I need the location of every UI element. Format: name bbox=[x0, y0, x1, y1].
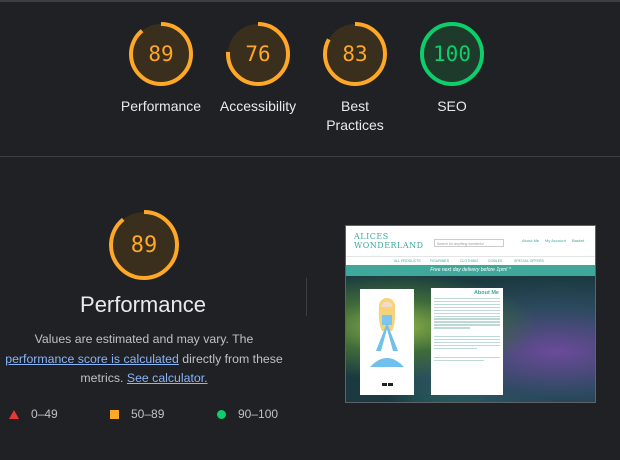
performance-score-large: 89 bbox=[130, 232, 158, 258]
legend-fail: 0–49 bbox=[9, 407, 58, 421]
thumb-logo-line1: ALICES bbox=[354, 232, 389, 241]
thumb-nav-item: CLOTHING bbox=[460, 259, 479, 263]
legend-pass-label: 90–100 bbox=[238, 407, 279, 421]
description-text-1: Values are estimated and may vary. The bbox=[34, 332, 254, 346]
section-divider bbox=[0, 156, 620, 157]
thumb-banner: Free next day delivery before 1pm! * bbox=[346, 265, 595, 276]
legend-fail-label: 0–49 bbox=[31, 407, 58, 421]
performance-description: Values are estimated and may vary. The p… bbox=[0, 330, 288, 389]
legend-average: 50–89 bbox=[110, 407, 164, 421]
performance-score-link[interactable]: performance score is calculated bbox=[5, 352, 179, 366]
performance-title: Performance bbox=[80, 292, 206, 317]
thumb-account-icon: My Account bbox=[545, 238, 566, 243]
page-screenshot-thumbnail[interactable]: ALICES WONDERLAND Search for anything wo… bbox=[345, 225, 596, 403]
thumb-logo: ALICES WONDERLAND bbox=[354, 232, 424, 250]
thumb-about-title: About Me bbox=[473, 290, 499, 296]
alice-figure-icon bbox=[370, 298, 404, 386]
thumb-logo-line2: WONDERLAND bbox=[354, 241, 424, 250]
thumb-nav-item: FIGURINES bbox=[430, 259, 450, 263]
legend-average-label: 50–89 bbox=[131, 407, 165, 421]
score-gauge-performance[interactable]: 89 bbox=[127, 20, 195, 88]
thumb-nav-item: GOBLES bbox=[488, 259, 503, 263]
performance-gauge-large: 89 bbox=[107, 208, 181, 282]
thumb-search-input: Search for anything wonderful bbox=[434, 239, 504, 247]
legend-pass: 90–100 bbox=[217, 407, 278, 421]
gauge-score: 83 bbox=[342, 42, 368, 66]
thumb-nav-item: ALL PRODUCTS bbox=[394, 259, 421, 263]
gauge-score: 76 bbox=[245, 42, 271, 66]
gauge-label: Performance bbox=[120, 98, 202, 114]
thumb-basket-icon: Basket bbox=[572, 238, 585, 243]
gauge-score: 100 bbox=[433, 42, 471, 66]
score-gauge-seo[interactable]: 100 bbox=[418, 20, 486, 88]
triangle-icon bbox=[9, 409, 19, 419]
gauge-label: SEO bbox=[437, 98, 467, 114]
gauge-label: Accessibility bbox=[219, 98, 297, 114]
thumb-alice-figure-image bbox=[360, 289, 414, 395]
thumb-about-card: About Me bbox=[431, 288, 503, 395]
circle-icon bbox=[217, 409, 226, 419]
top-border bbox=[0, 0, 620, 2]
vertical-separator bbox=[306, 278, 307, 316]
gauge-score: 89 bbox=[148, 42, 174, 66]
square-icon bbox=[110, 409, 119, 419]
gauge-label: Best Practices bbox=[326, 98, 384, 133]
thumb-nav-item: SPECIAL OFFERS bbox=[514, 259, 544, 263]
thumb-header: ALICES WONDERLAND Search for anything wo… bbox=[346, 226, 595, 256]
see-calculator-link[interactable]: See calculator. bbox=[127, 371, 208, 385]
thumb-about-icon: About Me bbox=[522, 238, 540, 243]
score-gauge-best-practices[interactable]: 83 bbox=[321, 20, 389, 88]
score-gauge-accessibility[interactable]: 76 bbox=[224, 20, 292, 88]
